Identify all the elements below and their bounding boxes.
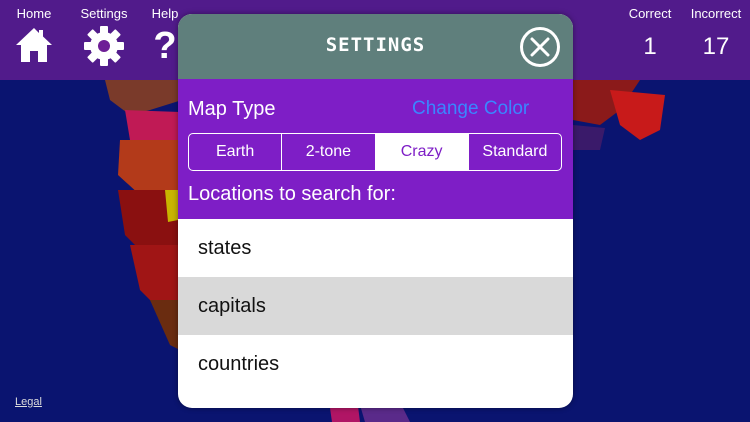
map-type-selector: Earth 2-tone Crazy Standard [188, 133, 562, 171]
close-button[interactable] [520, 27, 560, 67]
change-color-button[interactable]: Change Color [412, 98, 529, 120]
legal-link[interactable]: Legal [15, 396, 42, 408]
map-type-panel: Map Type Change Color Earth 2-tone Crazy… [178, 79, 573, 219]
map-type-crazy[interactable]: Crazy [375, 134, 469, 170]
settings-dialog: SETTINGS Map Type Change Color Earth 2-t… [178, 14, 573, 408]
locations-label: Locations to search for: [188, 183, 396, 205]
map-type-standard[interactable]: Standard [469, 134, 561, 170]
gear-icon [76, 25, 132, 70]
help-label: Help [151, 6, 179, 21]
dialog-title: SETTINGS [325, 34, 426, 56]
map-type-earth[interactable]: Earth [189, 134, 283, 170]
location-option-capitals[interactable]: capitals [178, 277, 573, 335]
incorrect-score: Incorrect 17 [684, 6, 748, 61]
help-button[interactable]: Help ? [148, 6, 182, 67]
settings-button[interactable]: Settings [76, 6, 132, 70]
home-label: Home [16, 6, 52, 21]
question-mark-icon: ? [153, 25, 177, 67]
settings-label: Settings [80, 6, 128, 21]
correct-count: 1 [643, 33, 657, 60]
correct-score: Correct 1 [622, 6, 678, 61]
correct-label: Correct [628, 6, 672, 21]
map-type-label: Map Type [188, 98, 276, 120]
location-option-countries[interactable]: countries [178, 335, 573, 393]
locations-list: states capitals countries [178, 219, 573, 393]
map-type-2-tone[interactable]: 2-tone [282, 134, 376, 170]
close-icon [530, 37, 550, 57]
home-button[interactable]: Home [12, 6, 56, 68]
location-option-states[interactable]: states [178, 219, 573, 277]
incorrect-label: Incorrect [690, 6, 742, 21]
house-icon [12, 25, 56, 68]
settings-header: SETTINGS [178, 14, 573, 79]
incorrect-count: 17 [702, 33, 730, 60]
